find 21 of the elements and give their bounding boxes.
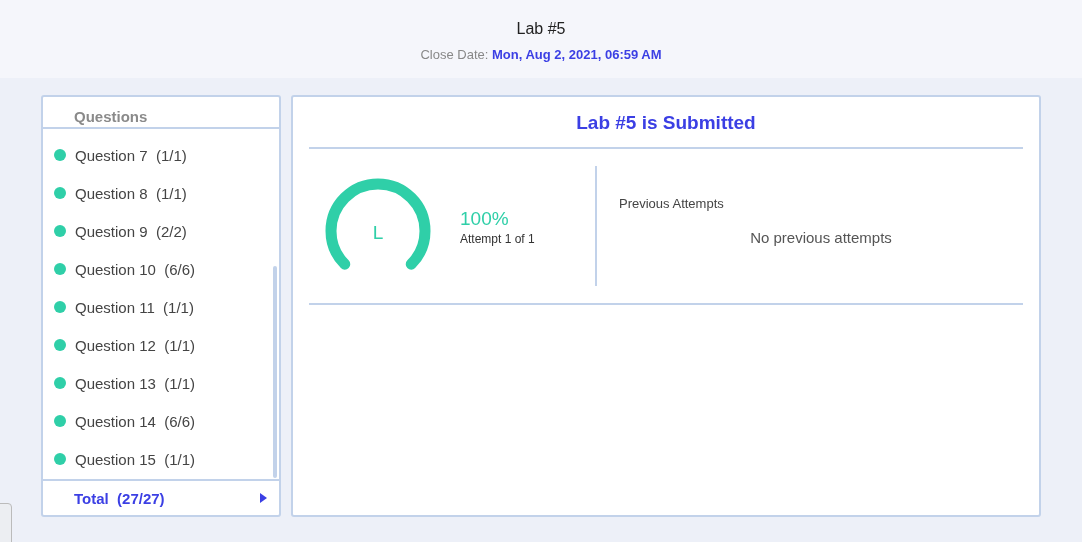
question-item[interactable]: Question 8 (1/1) [43, 174, 279, 212]
previous-attempts-heading: Previous Attempts [619, 196, 725, 211]
question-item[interactable]: Question 9 (2/2) [43, 212, 279, 250]
question-item[interactable]: Question 12 (1/1) [43, 326, 279, 364]
question-item[interactable]: Question 13 (1/1) [43, 364, 279, 402]
close-date: Close Date: Mon, Aug 2, 2021, 06:59 AM [420, 47, 662, 62]
scrollbar[interactable] [273, 266, 277, 478]
empty-message: No previous attempts [749, 229, 893, 246]
total-link[interactable]: Total (27/27) [43, 479, 279, 515]
sidebar-heading: Questions [43, 97, 279, 129]
submitted-title: Lab #5 is Submitted [309, 97, 1023, 149]
question-item[interactable]: Question 10 (6/6) [43, 250, 279, 288]
attempt-count: Attempt 1 of 1 [460, 232, 535, 246]
gauge-letter: L [372, 222, 384, 243]
question-item[interactable]: Question 15 (1/1) [43, 440, 279, 478]
score-percent: 100% [460, 208, 510, 230]
question-item[interactable]: Question 14 (6/6) [43, 402, 279, 440]
question-item[interactable]: Question 7 (1/1) [43, 136, 279, 174]
caret-icon [260, 493, 267, 503]
page-title: Lab #5 [516, 20, 566, 38]
question-item[interactable]: Question 11 (1/1) [43, 288, 279, 326]
